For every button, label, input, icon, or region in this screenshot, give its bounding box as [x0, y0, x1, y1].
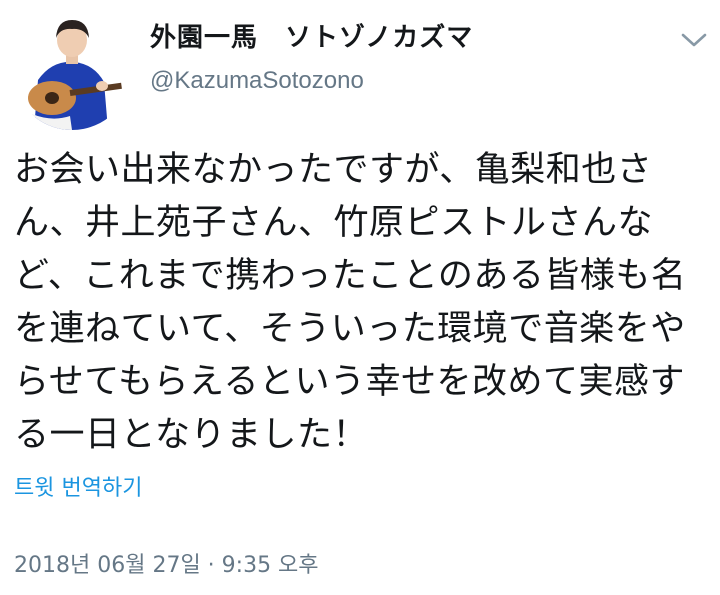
tweet-text: お会い出来なかったですが、亀梨和也さ ん、井上苑子さん、竹原ピストルさんな ど、…: [14, 144, 714, 462]
tweet-text-line: る一日となりました！: [14, 415, 368, 455]
user-info: 外園一馬 ソトゾノカズマ @KazumaSotozono: [150, 22, 473, 96]
chevron-down-icon[interactable]: [680, 30, 708, 50]
avatar-guitarist-image: [12, 10, 132, 130]
tweet-text-line: ん、井上苑子さん、竹原ピストルさんな: [14, 203, 654, 243]
tweet-timestamp[interactable]: 2018년 06월 27일 · 9:35 오후: [14, 551, 319, 581]
translate-tweet-link[interactable]: 트윗 번역하기: [14, 474, 142, 504]
user-handle[interactable]: @KazumaSotozono: [150, 66, 473, 96]
tweet-card: 外園一馬 ソトゾノカズマ @KazumaSotozono お会い出来なかったです…: [0, 0, 720, 595]
tweet-text-line: ど、これまで携わったことのある皆様も名: [14, 256, 687, 296]
tweet-text-line: を連ねていて、そういった環境で音楽をや: [14, 309, 686, 349]
tweet-text-line: らせてもらえるという幸せを改めて実感す: [14, 362, 686, 402]
avatar[interactable]: [12, 10, 132, 130]
tweet-text-line: お会い出来なかったですが、亀梨和也さ: [14, 150, 653, 190]
display-name[interactable]: 外園一馬 ソトゾノカズマ: [150, 22, 473, 54]
